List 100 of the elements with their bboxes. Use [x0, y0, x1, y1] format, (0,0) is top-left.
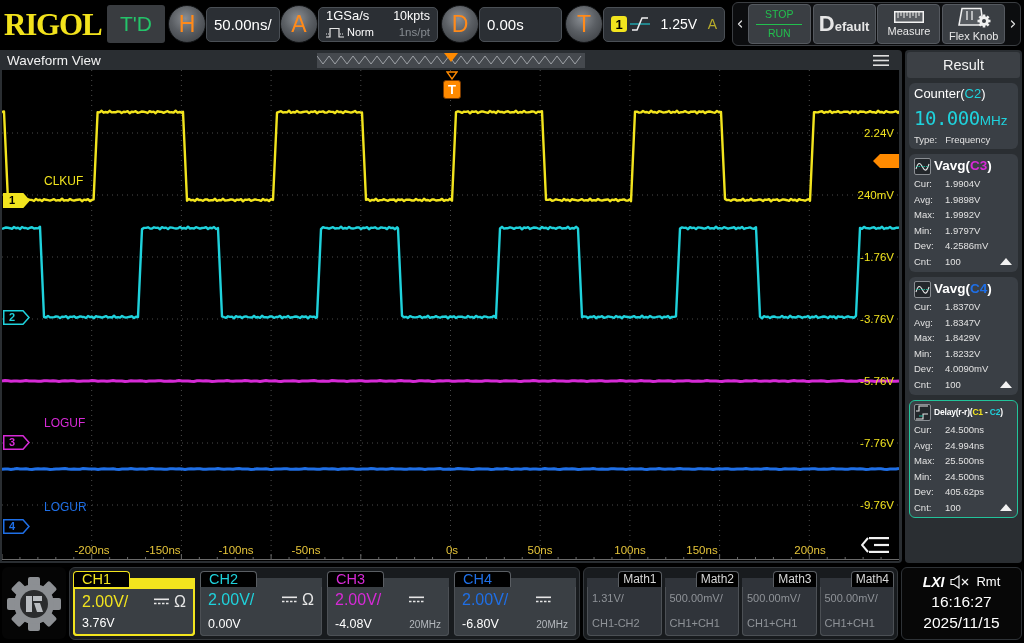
stat-label: Max:	[914, 209, 936, 221]
counter-reading: 10.000MHz	[914, 107, 1009, 129]
stat-label: Cur:	[914, 424, 933, 436]
math-expression: CH1+CH1	[747, 616, 799, 630]
menu-icon[interactable]	[873, 54, 889, 66]
stat-value: 100	[945, 255, 962, 267]
channel-offset: -4.08V	[335, 617, 373, 632]
dc-coupling-icon	[536, 596, 552, 604]
channel-marker[interactable]: 4	[3, 518, 30, 534]
sample-rate: 1GSa/s	[326, 9, 370, 25]
math-expression: CH1+CH1	[669, 616, 721, 630]
channel-card[interactable]: CH4 2.00V/ -6.80V 20MHz	[454, 570, 576, 636]
lxi-label: LXI	[922, 574, 945, 591]
chevron-lines-icon[interactable]	[861, 536, 889, 554]
stat-label: Dev:	[914, 486, 935, 498]
triangle-down-icon	[446, 71, 458, 80]
triangle-up-icon[interactable]	[1000, 503, 1012, 511]
stat-value: 24.994ns	[945, 439, 986, 451]
measurement-title: Vavg(C4)	[934, 281, 992, 298]
math-card[interactable]: Math1 1.31V/ CH1-CH2	[587, 570, 662, 636]
channel-marker[interactable]: 1	[3, 192, 30, 208]
channel-scale: 2.00V/	[462, 590, 510, 609]
flex-knob-button[interactable]: Flex Knob	[942, 4, 1006, 44]
channel-card[interactable]: CH3 2.00V/ -4.08V 20MHz	[327, 570, 449, 636]
math-label: Math3	[773, 570, 817, 587]
counter-card[interactable]: Counter(C2) 10.000MHz Type: Frequency	[909, 83, 1018, 149]
channel-scale: 2.00V/	[335, 590, 383, 609]
trigger-sweep: A	[707, 15, 717, 33]
stat-label: Min:	[914, 470, 933, 482]
stat-label: Dev:	[914, 240, 935, 252]
sample-resolution: 1ns/pt	[398, 25, 430, 39]
trigger-source-badge: 1	[611, 16, 627, 32]
channel-card[interactable]: CH1 2.00V/ Ω 3.76V	[73, 570, 195, 636]
stat-label: Cur:	[914, 301, 933, 313]
stat-value: 1.8232V	[945, 347, 982, 359]
math-label: Math1	[618, 570, 662, 587]
triangle-up-icon[interactable]	[1000, 380, 1012, 388]
stat-value: 24.500ns	[945, 424, 986, 436]
default-button[interactable]: Default	[812, 4, 876, 44]
channel-card[interactable]: CH2 2.00V/ Ω 0.00V	[200, 570, 322, 636]
stat-label: Dev:	[914, 363, 935, 375]
voltage-scale-label: -1.76V	[860, 250, 894, 264]
measurement-title: Delay(r-r)(C1 - C2)	[934, 407, 1003, 418]
stat-value: 1.9904V	[945, 178, 982, 190]
math-card[interactable]: Math2 500.00mV/ CH1+CH1	[664, 570, 739, 636]
math-scale: 500.00mV/	[747, 591, 802, 605]
stat-label: Min:	[914, 224, 933, 236]
voltage-scale-label: 2.24V	[863, 126, 894, 140]
math-card[interactable]: Math3 500.00mV/ CH1+CH1	[742, 570, 817, 636]
knob-gear-icon	[956, 6, 991, 28]
math-scale: 500.00mV/	[824, 591, 879, 605]
stat-label: Cur:	[914, 178, 933, 190]
channel-label: CH3	[327, 570, 384, 587]
time-axis-label: 100ns	[614, 543, 646, 557]
voltage-scale-label: -7.76V	[860, 436, 894, 450]
dc-coupling-icon	[154, 598, 170, 606]
stat-label: Avg:	[914, 316, 934, 328]
stat-value: 1.9797V	[945, 224, 982, 236]
brand-logo: RIGOL	[4, 8, 103, 40]
voltage-scale-label: -5.76V	[860, 374, 894, 388]
channel-marker[interactable]: 2	[3, 309, 30, 325]
stat-label: Cnt:	[914, 501, 933, 513]
stat-value: 100	[945, 501, 962, 513]
mode-indicator[interactable]: T'D	[107, 5, 165, 43]
math-card[interactable]: Math4 500.00mV/ CH1+CH1	[819, 570, 894, 636]
pointer-flag-icon[interactable]	[873, 154, 899, 168]
channel-offset: 3.76V	[82, 616, 116, 631]
channel-offset: 0.00V	[208, 617, 242, 632]
channel-label: CH2	[200, 570, 257, 587]
stat-value: 1.8370V	[945, 301, 982, 313]
dc-coupling-icon	[409, 596, 425, 604]
measurement-card[interactable]: Delay(r-r)(C1 - C2) Cur: 24.500ns Avg: 24.994ns Max: 25.500ns Min: 24.500ns Dev: 405.62ps Cnt: 100	[909, 400, 1018, 518]
trigger-level: 1.25V	[660, 15, 698, 33]
panel-title: Result	[907, 52, 1020, 78]
stat-label: Max:	[914, 455, 936, 467]
sine-wave-icon	[914, 281, 931, 298]
stat-value: 405.62ps	[945, 486, 986, 498]
time-axis-label: -100ns	[218, 543, 254, 557]
measure-button[interactable]: Measure	[877, 4, 941, 44]
waveform-overview[interactable]	[316, 52, 585, 68]
trigger-readout[interactable]: 1 1.25V A	[603, 6, 725, 42]
waveform-display[interactable]: T 1 CLKUF 2 3 LOGUF 4 LOGUR 2.24V 240mV -1.76V -3.76V -5.76V -7.76V -9.76V -200ns -150ns -100ns -50ns 0s 50ns 100ns 150ns 200ns	[2, 70, 899, 561]
triangle-up-icon[interactable]	[1000, 257, 1012, 265]
type-label: Type:	[914, 135, 938, 146]
stat-value: 4.0090mV	[945, 363, 990, 375]
measurement-card[interactable]: Vavg(C3) Cur: 1.9904V Avg: 1.9898V Max: 1.9992V Min: 1.9797V Dev: 4.2586mV Cnt: 100	[909, 154, 1018, 272]
type-value: Frequency	[945, 135, 991, 146]
measurement-card[interactable]: Vavg(C4) Cur: 1.8370V Avg: 1.8347V Max: 1.8429V Min: 1.8232V Dev: 4.0090mV Cnt: 100	[909, 277, 1018, 395]
ruler-icon	[893, 11, 924, 23]
stat-value: 1.9898V	[945, 193, 982, 205]
acquire-readout[interactable]: 1GSa/s Norm 10kpts 1ns/pt	[318, 6, 438, 42]
timebase-readout[interactable]: 50.00ns/	[206, 6, 280, 42]
channel-marker[interactable]: 3	[3, 434, 30, 450]
time-axis-label: 0s	[445, 543, 459, 557]
clock-date: 2025/11/15	[923, 614, 1000, 632]
pulse-icon	[326, 26, 344, 38]
math-label: Math2	[695, 570, 739, 587]
run-stop-button[interactable]: STOP RUN	[747, 4, 811, 44]
delay-readout[interactable]: 0.00s	[479, 6, 562, 42]
clock-time: 16:16:27	[931, 593, 992, 612]
